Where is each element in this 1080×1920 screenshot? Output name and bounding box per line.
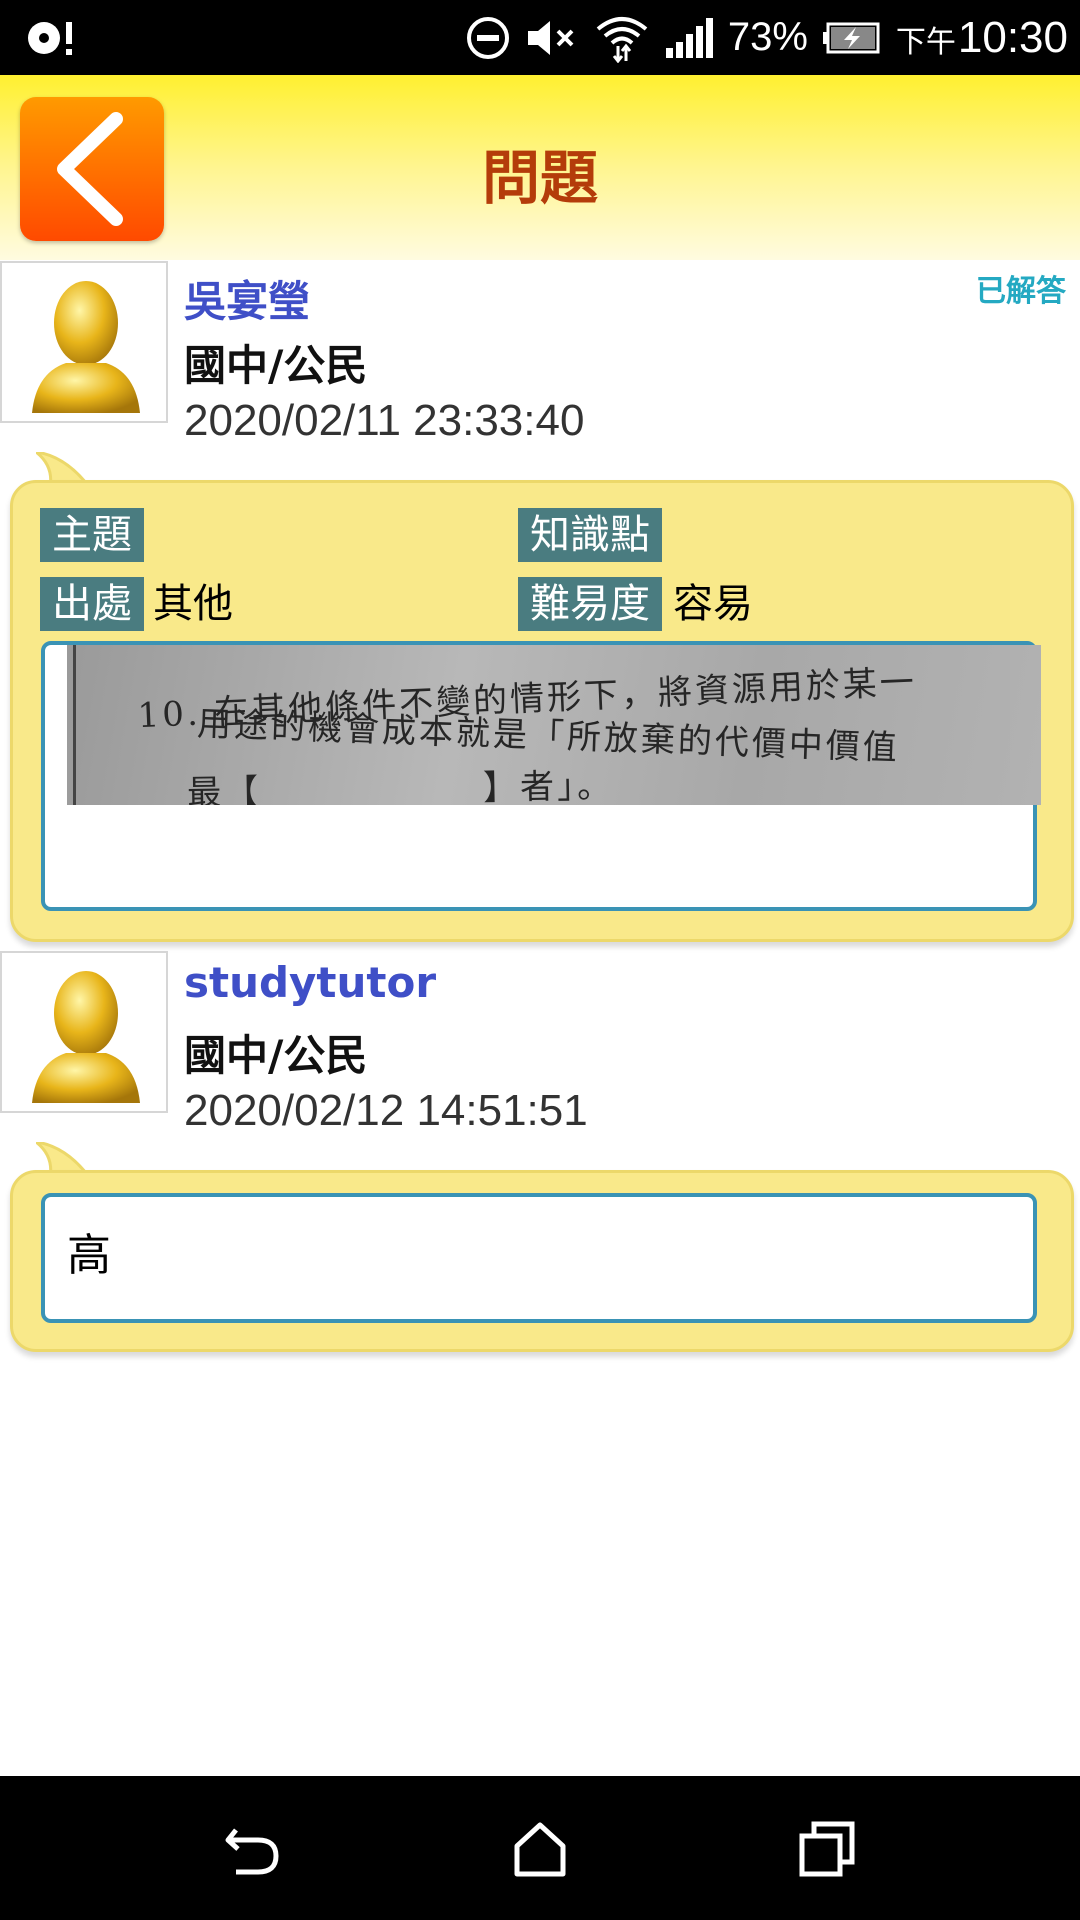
clock: 10:30 (957, 12, 1068, 62)
question-time: 2020/02/11 23:33:40 (184, 396, 585, 445)
back-nav-icon[interactable] (222, 1822, 282, 1878)
battery-percent: 73% (727, 15, 808, 59)
answer-time: 2020/02/12 14:51:51 (184, 1086, 588, 1135)
question-content-box: 10. 在其他條件不變的情形下，將資源用於某一 用途的機會成本就是「所放棄的代價… (41, 641, 1041, 911)
time-period: 下午 (895, 24, 956, 60)
battery-charging-icon (822, 22, 880, 53)
status-bar: 73% 下午 10:30 (0, 0, 1080, 75)
signal-icon (665, 17, 713, 58)
question-subject: 國中/公民 (184, 341, 368, 390)
navigation-bar (0, 1776, 1080, 1920)
user-icon (32, 971, 140, 1103)
question-bubble: 主題 知識點 出處 其他 難易度 容易 10. 在其他條件不變的情形下，將資源用… (10, 480, 1074, 942)
mute-icon (527, 20, 574, 55)
answer-author[interactable]: studytutor (184, 958, 436, 1007)
user-icon (32, 281, 140, 413)
notification-icon (28, 22, 72, 55)
difficulty-label: 難易度 (518, 577, 662, 631)
source-value: 其他 (153, 581, 233, 627)
recents-icon[interactable] (798, 1820, 856, 1878)
knowledge-label: 知識點 (518, 508, 662, 562)
source-label: 出處 (40, 577, 144, 631)
answer-subject: 國中/公民 (184, 1031, 368, 1080)
avatar (0, 261, 168, 423)
status-badge: 已解答 (976, 274, 1066, 309)
wifi-icon (596, 16, 648, 63)
home-icon[interactable] (512, 1820, 568, 1878)
header: 問題 (0, 75, 1080, 260)
avatar (0, 951, 168, 1113)
answer-bubble: 高 (10, 1170, 1074, 1352)
topic-label: 主題 (40, 508, 144, 562)
page-title: 問題 (481, 144, 598, 212)
question-photo[interactable]: 10. 在其他條件不變的情形下，將資源用於某一 用途的機會成本就是「所放棄的代價… (67, 645, 1041, 805)
dnd-icon (466, 16, 509, 59)
answer-content-box: 高 (41, 1193, 1037, 1323)
question-author[interactable]: 吳宴瑩 (184, 268, 310, 329)
difficulty-value: 容易 (673, 581, 753, 627)
answer-text: 高 (67, 1230, 111, 1281)
